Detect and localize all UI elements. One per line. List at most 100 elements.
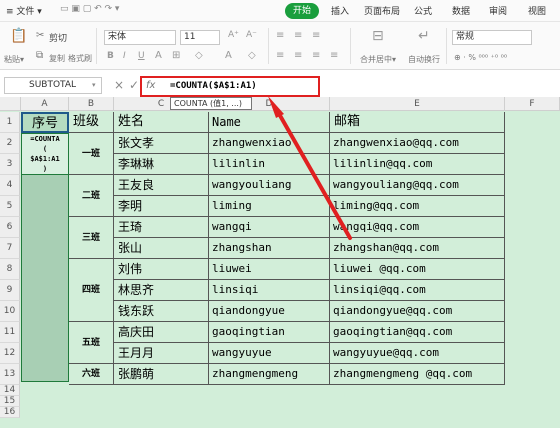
copy-icon[interactable]: ⧉ (36, 50, 43, 61)
row-header[interactable]: 3 (0, 154, 20, 175)
row-header[interactable]: 4 (0, 175, 20, 196)
shrink-font-button[interactable]: A⁻ (246, 30, 257, 40)
italic-button[interactable]: I (123, 51, 126, 61)
pinyin-cell[interactable]: lilinlin (209, 154, 330, 175)
formula-input[interactable]: =COUNTA($A$1:A1) (140, 76, 320, 97)
pinyin-cell[interactable]: gaoqingtian (209, 322, 330, 343)
distribute-icon[interactable]: ≡ (330, 50, 338, 61)
row-header[interactable]: 12 (0, 343, 20, 364)
strikethrough-icon[interactable]: A (155, 50, 162, 61)
name-cell[interactable]: 李明 (114, 196, 209, 217)
pinyin-cell[interactable]: liuwei (209, 259, 330, 280)
pinyin-cell[interactable]: liming (209, 196, 330, 217)
grow-font-button[interactable]: A⁺ (228, 30, 239, 40)
class-cell[interactable]: 六班 (69, 364, 114, 385)
pinyin-cell[interactable]: wangqi (209, 217, 330, 238)
class-cell[interactable]: 三班 (69, 217, 114, 259)
name-cell[interactable]: 王月月 (114, 343, 209, 364)
column-header-b[interactable]: B (69, 97, 114, 111)
menu-view-tab[interactable]: 视图 (528, 4, 546, 17)
font-size-select[interactable]: 11 (180, 30, 220, 45)
header-pinyin[interactable]: Name (209, 112, 330, 133)
menu-formula-tab[interactable]: 公式 (414, 4, 432, 17)
merge-center-button[interactable]: 合并居中▾ (360, 54, 396, 65)
menu-home-tab[interactable]: 开始 (285, 3, 319, 19)
class-cell[interactable]: 二班 (69, 175, 114, 217)
row-header[interactable]: 15 (0, 396, 20, 407)
copy-button[interactable]: 复制 (49, 53, 65, 64)
column-header-e[interactable]: E (330, 97, 505, 111)
email-cell[interactable]: linsiqi@qq.com (330, 280, 505, 301)
row-header[interactable]: 2 (0, 133, 20, 154)
file-menu[interactable]: ≡ 文件 ▾ (6, 4, 42, 17)
row-header[interactable]: 14 (0, 385, 20, 396)
pinyin-cell[interactable]: qiandongyue (209, 301, 330, 322)
paste-button[interactable]: 粘贴▾ (4, 54, 24, 65)
wrap-text-button[interactable]: 自动换行 (408, 54, 440, 65)
header-name[interactable]: 姓名 (114, 112, 209, 133)
column-header-a[interactable]: A (21, 97, 69, 111)
row-header[interactable]: 16 (0, 407, 20, 418)
row-header[interactable]: 13 (0, 364, 20, 385)
align-top-icon[interactable]: ≡ (276, 30, 284, 41)
clear-format-icon[interactable]: ◇ (248, 50, 256, 61)
border-icon[interactable]: ⊞ (172, 50, 180, 61)
name-cell[interactable]: 张山 (114, 238, 209, 259)
pinyin-cell[interactable]: wangyuyue (209, 343, 330, 364)
name-cell[interactable]: 王琦 (114, 217, 209, 238)
header-seq[interactable]: 序号 (21, 112, 69, 133)
pinyin-cell[interactable]: zhangwenxiao (209, 133, 330, 154)
email-cell[interactable]: wangyuyue@qq.com (330, 343, 505, 364)
align-middle-icon[interactable]: ≡ (294, 30, 302, 41)
class-cell[interactable]: 一班 (69, 133, 114, 175)
fx-icon[interactable]: fx (146, 80, 155, 91)
confirm-icon[interactable]: ✓ (129, 78, 139, 92)
row-header[interactable]: 5 (0, 196, 20, 217)
select-all-corner[interactable] (0, 97, 21, 111)
quick-access-icons[interactable]: ▭ ▣ ▢ ↶ ↷ ▾ (60, 4, 119, 14)
paste-icon[interactable]: 📋 (10, 28, 27, 44)
row-header[interactable]: 6 (0, 217, 20, 238)
email-cell[interactable]: qiandongyue@qq.com (330, 301, 505, 322)
align-center-icon[interactable]: ≡ (294, 50, 302, 61)
header-email[interactable]: 邮箱 (330, 112, 505, 133)
name-box[interactable]: SUBTOTAL (4, 77, 102, 94)
row-header[interactable]: 1 (0, 112, 20, 133)
format-painter-button[interactable]: 格式刷 (68, 53, 92, 64)
name-cell[interactable]: 刘伟 (114, 259, 209, 280)
class-cell[interactable]: 五班 (69, 322, 114, 364)
email-cell[interactable]: lilinlin@qq.com (330, 154, 505, 175)
row-header[interactable]: 10 (0, 301, 20, 322)
header-class[interactable]: 班级 (69, 112, 114, 133)
menu-data-tab[interactable]: 数据 (452, 4, 470, 17)
row-header[interactable]: 11 (0, 322, 20, 343)
pinyin-cell[interactable]: linsiqi (209, 280, 330, 301)
name-cell[interactable]: 林思齐 (114, 280, 209, 301)
row-header[interactable]: 8 (0, 259, 20, 280)
name-cell[interactable]: 高庆田 (114, 322, 209, 343)
font-name-select[interactable]: 宋体 (104, 30, 176, 45)
cut-button[interactable]: 剪切 (49, 31, 67, 44)
cell-a2-editing[interactable]: =COUNTA ( $A$1:A1 ) (21, 133, 69, 175)
menu-insert-tab[interactable]: 插入 (331, 4, 349, 17)
cancel-icon[interactable]: × (114, 78, 124, 92)
name-cell[interactable]: 钱东跃 (114, 301, 209, 322)
pinyin-cell[interactable]: zhangshan (209, 238, 330, 259)
menu-page-layout-tab[interactable]: 页面布局 (364, 4, 400, 17)
fill-color-icon[interactable]: ◇ (195, 50, 203, 61)
email-cell[interactable]: wangyouliang@qq.com (330, 175, 505, 196)
pinyin-cell[interactable]: zhangmengmeng (209, 364, 330, 385)
align-bottom-icon[interactable]: ≡ (312, 30, 320, 41)
email-cell[interactable]: zhangshan@qq.com (330, 238, 505, 259)
email-cell[interactable]: gaoqingtian@qq.com (330, 322, 505, 343)
email-cell[interactable]: liuwei @qq.com (330, 259, 505, 280)
email-cell[interactable]: wangqi@qq.com (330, 217, 505, 238)
number-format-buttons[interactable]: ⊕ · % ⁰⁰⁰ ⁺⁰ ⁰⁰ (454, 53, 507, 62)
merge-center-icon[interactable]: ⊟ (372, 28, 384, 44)
pinyin-cell[interactable]: wangyouliang (209, 175, 330, 196)
menu-review-tab[interactable]: 审阅 (489, 4, 507, 17)
row-header[interactable]: 7 (0, 238, 20, 259)
class-cell[interactable]: 四班 (69, 259, 114, 322)
row-header[interactable]: 9 (0, 280, 20, 301)
align-left-icon[interactable]: ≡ (276, 50, 284, 61)
